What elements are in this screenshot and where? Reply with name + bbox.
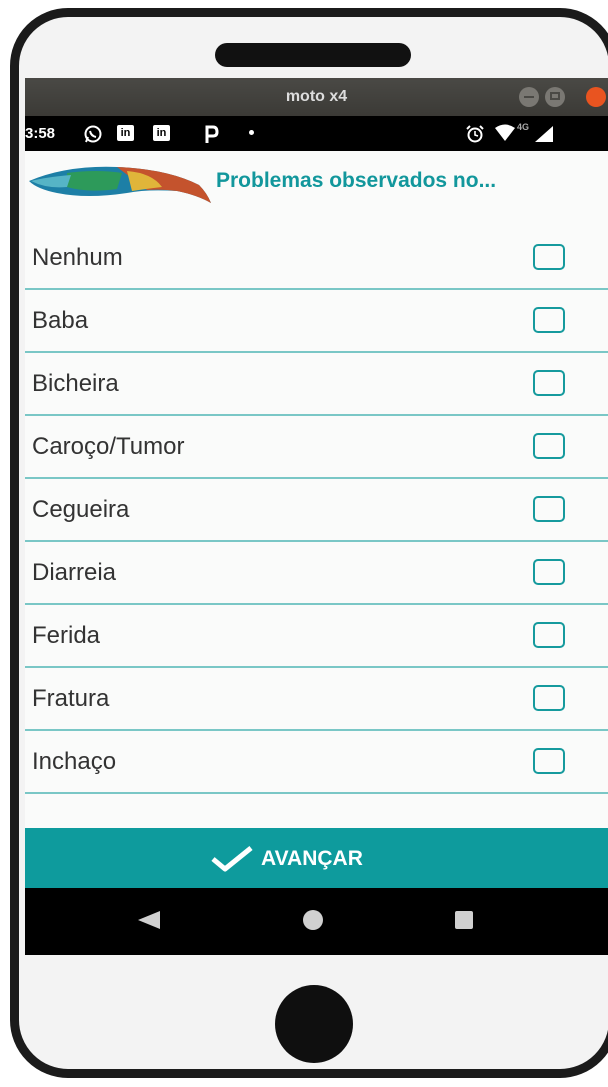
list-item[interactable]: Cegueira [25,479,608,542]
back-icon[interactable] [138,911,160,929]
wifi-icon [495,124,515,141]
status-bar: 3:58 in in 4G [25,116,608,151]
close-button[interactable] [586,87,606,107]
option-label: Fratura [32,685,110,712]
status-time: 3:58 [25,125,56,142]
option-label: Diarreia [32,559,117,586]
app-header: Problemas observados no... [25,151,608,209]
page-title: Problemas observados no... [216,169,497,192]
option-checkbox[interactable] [533,433,565,459]
phone-speaker [215,43,411,67]
minimize-button[interactable] [519,87,539,107]
notification-dot-icon [249,130,254,135]
option-label: Ferida [32,622,101,649]
option-label: Nenhum [32,244,123,271]
problems-checklist: Nenhum Baba Bicheira Caroço/Tumor Ceguei… [25,227,608,794]
option-label: Inchaço [32,748,117,775]
option-label: Cegueira [32,496,130,523]
option-checkbox[interactable] [533,685,565,711]
app-logo [29,166,211,203]
list-item[interactable]: Bicheira [25,353,608,416]
list-item[interactable]: Diarreia [25,542,608,605]
emulator-title-bar: moto x4 [25,78,608,116]
device-screen: moto x4 3:58 in in 4G Problemas observad… [25,78,608,955]
option-label: Caroço/Tumor [32,433,185,460]
option-checkbox[interactable] [533,559,565,585]
list-item[interactable]: Fratura [25,668,608,731]
list-item[interactable]: Baba [25,290,608,353]
checkmark-icon [211,846,253,872]
advance-label: AVANÇAR [261,847,363,870]
home-icon[interactable] [303,910,323,930]
pinterest-icon [205,125,219,143]
option-checkbox[interactable] [533,370,565,396]
list-item[interactable]: Caroço/Tumor [25,416,608,479]
network-type-label: 4G [517,122,530,132]
list-item[interactable]: Nenhum [25,227,608,290]
option-checkbox[interactable] [533,748,565,774]
advance-button[interactable]: AVANÇAR [25,828,608,888]
option-checkbox[interactable] [533,622,565,648]
alarm-icon [466,125,484,143]
recent-apps-icon[interactable] [455,911,473,929]
signal-icon [535,126,553,142]
option-checkbox[interactable] [533,496,565,522]
list-item[interactable]: Ferida [25,605,608,668]
list-item[interactable]: Inchaço [25,731,608,794]
option-checkbox[interactable] [533,244,565,270]
option-checkbox[interactable] [533,307,565,333]
android-nav-bar [25,888,608,955]
linkedin-icon: in [117,125,134,141]
option-label: Baba [32,307,89,334]
maximize-button[interactable] [545,87,565,107]
whatsapp-icon [84,125,102,143]
phone-home-button[interactable] [275,985,353,1063]
linkedin-icon: in [153,125,170,141]
option-label: Bicheira [32,370,119,397]
